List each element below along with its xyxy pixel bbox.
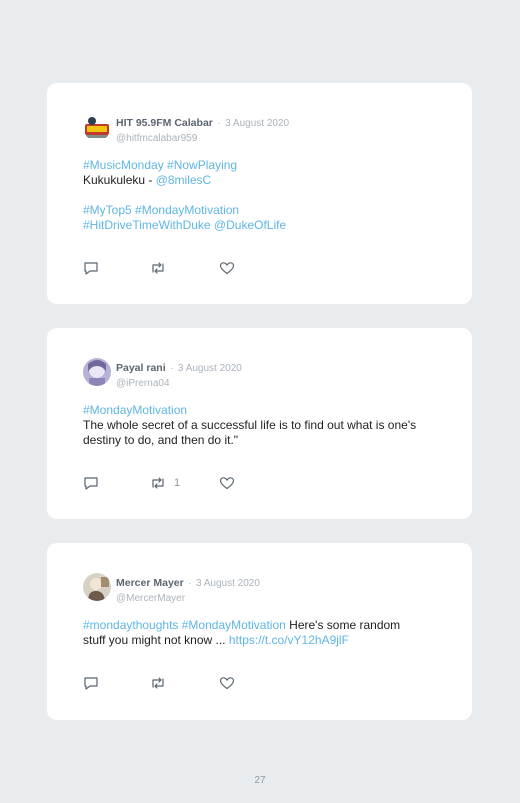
hashtag-link[interactable]: #HitDriveTimeWithDuke <box>83 218 211 232</box>
tweet-text: #mondaythoughts #MondayMotivation Here's… <box>83 618 443 648</box>
like-button[interactable] <box>219 261 235 275</box>
url-link[interactable]: https://t.co/vY12hA9jlF <box>229 633 349 647</box>
like-icon <box>219 477 235 490</box>
separator: · <box>188 578 192 589</box>
retweet-button[interactable] <box>150 261 166 275</box>
tweet-text-segment: Kukukuleku - <box>83 173 156 187</box>
reply-icon <box>84 477 98 490</box>
reply-icon <box>84 262 98 275</box>
like-button[interactable] <box>219 476 235 490</box>
avatar[interactable] <box>83 573 111 601</box>
author-name[interactable]: HIT 95.9FM Calabar <box>116 117 213 129</box>
tweet-date[interactable]: 3 August 2020 <box>178 363 242 374</box>
hashtag-link[interactable]: #mondaythoughts <box>83 618 178 632</box>
mention-link[interactable]: @8milesC <box>156 173 212 187</box>
author-name[interactable]: Payal rani <box>116 362 166 374</box>
author-handle[interactable]: @hitfmcalabar959 <box>116 133 289 144</box>
tweet-text: #MusicMonday #NowPlaying Kukukuleku - @8… <box>83 158 443 233</box>
author-name[interactable]: Mercer Mayer <box>116 577 184 589</box>
reply-button[interactable] <box>83 261 99 275</box>
retweet-icon <box>152 477 164 489</box>
tweet-card: Payal rani · 3 August 2020 @iPrerna04 #M… <box>47 328 472 519</box>
separator: · <box>217 118 221 129</box>
hashtag-link[interactable]: #NowPlaying <box>167 158 237 172</box>
hashtag-link[interactable]: #MusicMonday <box>83 158 164 172</box>
tweet-text-segment: Here's some random <box>289 618 401 632</box>
hashtag-link[interactable]: #MondayMotivation <box>135 203 239 217</box>
retweet-icon <box>152 677 164 689</box>
separator: · <box>170 363 174 374</box>
mention-link[interactable]: @DukeOfLife <box>214 218 286 232</box>
tweet-date[interactable]: 3 August 2020 <box>196 578 260 589</box>
retweet-icon <box>152 262 164 274</box>
like-icon <box>219 677 235 690</box>
reply-icon <box>84 677 98 690</box>
hashtag-link[interactable]: #MondayMotivation <box>182 618 286 632</box>
page-number: 27 <box>254 775 266 786</box>
retweet-button[interactable]: 1 <box>150 476 190 490</box>
tweet-card: HIT 95.9FM Calabar · 3 August 2020 @hitf… <box>47 83 472 304</box>
avatar[interactable] <box>83 358 111 386</box>
reply-button[interactable] <box>83 476 99 490</box>
avatar[interactable] <box>83 113 111 141</box>
tweet-text: #MondayMotivation The whole secret of a … <box>83 403 443 448</box>
like-button[interactable] <box>219 676 235 690</box>
tweet-date[interactable]: 3 August 2020 <box>225 118 289 129</box>
hashtag-link[interactable]: #MondayMotivation <box>83 403 187 417</box>
tweet-card: Mercer Mayer · 3 August 2020 @MercerMaye… <box>47 543 472 720</box>
hashtag-link[interactable]: #MyTop5 <box>83 203 132 217</box>
author-handle[interactable]: @MercerMayer <box>116 593 260 604</box>
author-handle[interactable]: @iPrerna04 <box>116 378 242 389</box>
reply-button[interactable] <box>83 676 99 690</box>
tweet-text-segment: stuff you might not know ... <box>83 633 229 647</box>
retweet-button[interactable] <box>150 676 166 690</box>
like-icon <box>219 262 235 275</box>
tweet-text-segment: The whole secret of a successful life is… <box>83 418 417 447</box>
retweet-count: 1 <box>174 477 181 489</box>
